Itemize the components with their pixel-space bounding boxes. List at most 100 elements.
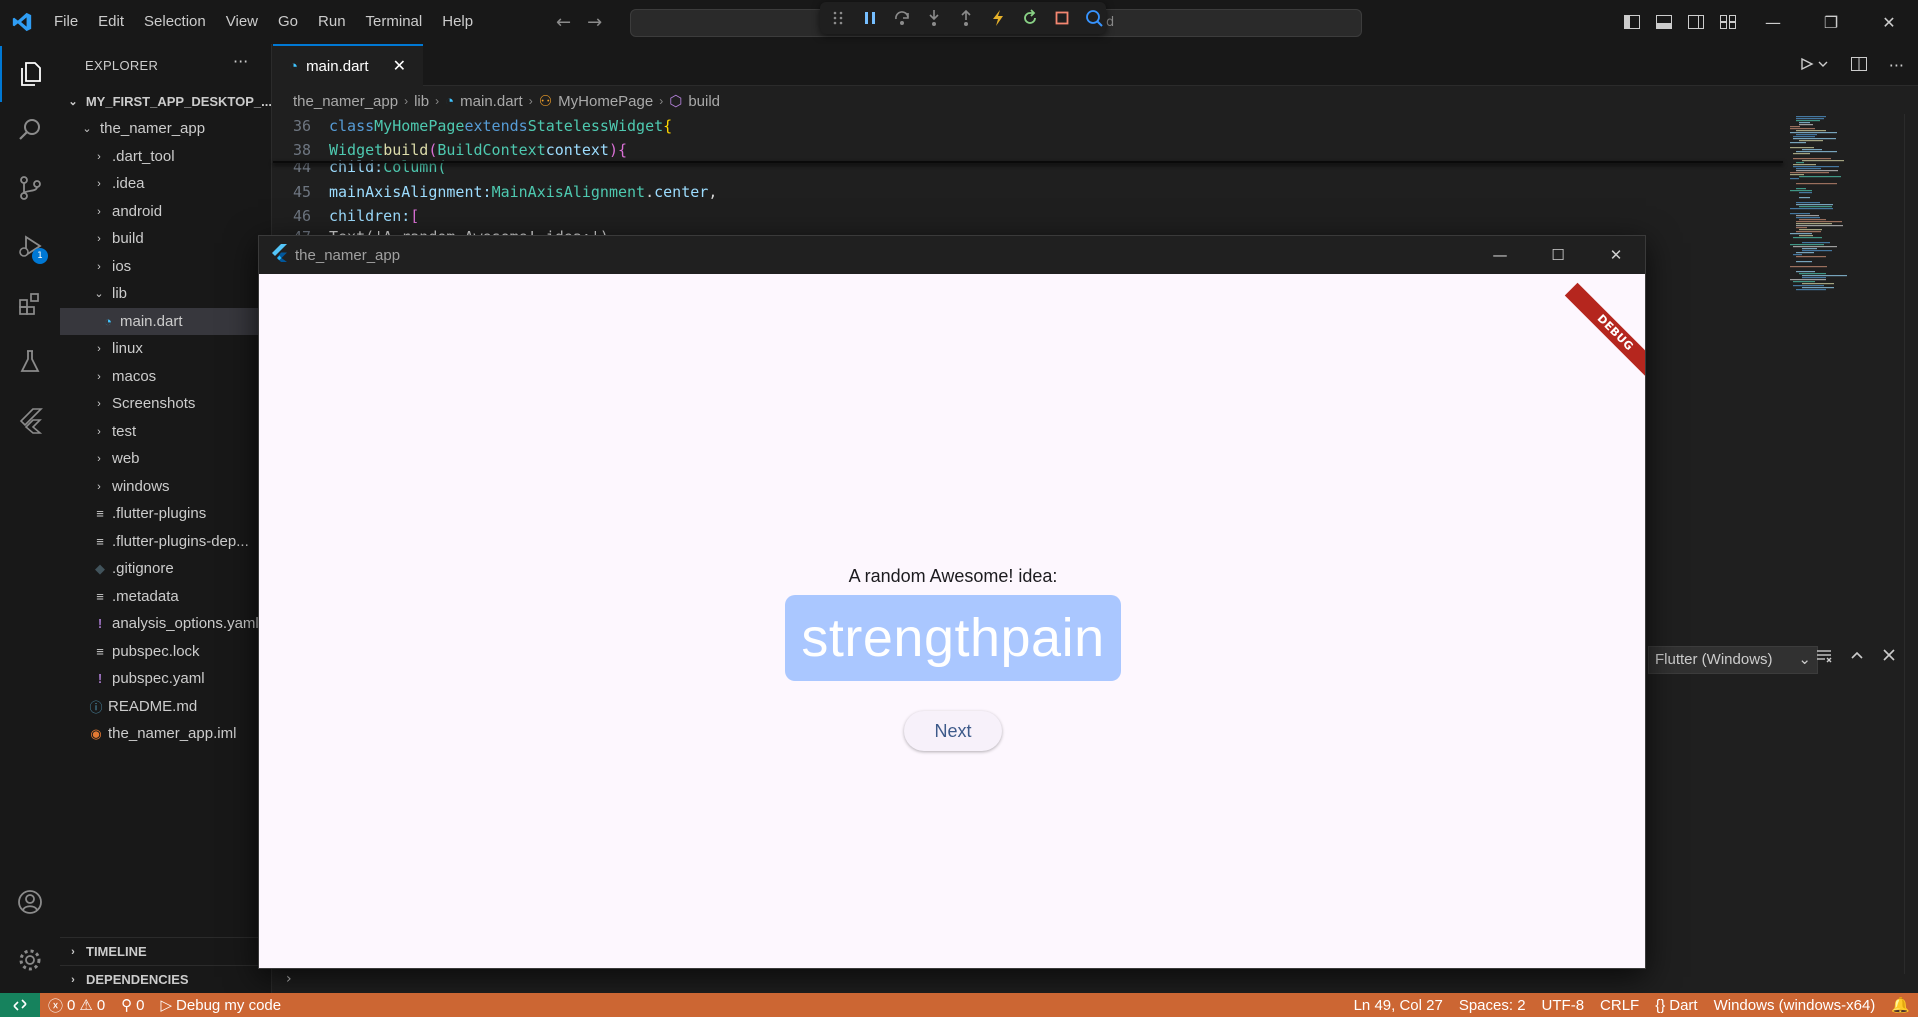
tree-file-flutter-plugins-dep[interactable]: ≡ .flutter-plugins-dep... bbox=[60, 528, 271, 555]
workspace-root[interactable]: ⌄ MY_FIRST_APP_DESKTOP_... bbox=[60, 88, 271, 115]
menu-go[interactable]: Go bbox=[268, 0, 308, 44]
step-into-icon[interactable] bbox=[924, 8, 944, 28]
tree-file-analysis-options[interactable]: ! analysis_options.yaml bbox=[60, 610, 271, 637]
tree-file-flutter-plugins[interactable]: ≡ .flutter-plugins bbox=[60, 500, 271, 527]
problems-indicator[interactable]: ⓧ 0 ⚠ 0 bbox=[40, 995, 113, 1016]
tree-file-readme[interactable]: ⓘ README.md bbox=[60, 693, 271, 720]
breadcrumb-item[interactable]: lib bbox=[414, 93, 429, 110]
chevron-right-icon: › bbox=[97, 232, 101, 245]
dependencies-section[interactable]: › DEPENDENCIES bbox=[60, 965, 271, 993]
tree-folder-web[interactable]: › web bbox=[60, 445, 271, 472]
split-editor-icon[interactable] bbox=[1850, 56, 1867, 76]
toggle-secondary-sidebar-icon[interactable] bbox=[1680, 0, 1712, 44]
close-window-icon[interactable]: ✕ bbox=[1860, 0, 1918, 44]
more-actions-icon[interactable]: ··· bbox=[1889, 56, 1904, 76]
menu-terminal[interactable]: Terminal bbox=[356, 0, 433, 44]
accounts-icon[interactable] bbox=[0, 874, 60, 930]
app-minimize-icon[interactable]: — bbox=[1471, 236, 1529, 274]
remote-indicator-icon[interactable] bbox=[0, 993, 40, 1017]
ports-indicator[interactable]: ⚲ 0 bbox=[113, 996, 152, 1015]
tree-folder-lib[interactable]: ⌄ lib bbox=[60, 280, 271, 307]
menu-view[interactable]: View bbox=[216, 0, 268, 44]
tree-folder-screenshots[interactable]: › Screenshots bbox=[60, 390, 271, 417]
menu-edit[interactable]: Edit bbox=[88, 0, 134, 44]
tree-folder-linux[interactable]: › linux bbox=[60, 335, 271, 362]
restart-icon[interactable] bbox=[1020, 8, 1040, 28]
tree-file-gitignore[interactable]: ◆ .gitignore bbox=[60, 555, 271, 582]
tree-label: lib bbox=[112, 285, 128, 302]
menu-selection[interactable]: Selection bbox=[134, 0, 216, 44]
search-icon[interactable] bbox=[0, 102, 60, 158]
debug-launch-indicator[interactable]: ▷ Debug my code bbox=[153, 996, 290, 1015]
tab-main-dart[interactable]: ◔ main.dart ✕ bbox=[273, 44, 423, 86]
more-actions-icon[interactable]: ··· bbox=[233, 52, 248, 71]
chevron-right-icon[interactable]: › bbox=[286, 971, 292, 987]
encoding[interactable]: UTF-8 bbox=[1534, 997, 1593, 1014]
tree-folder-the-namer-app[interactable]: ⌄ the_namer_app bbox=[60, 115, 271, 142]
menu-file[interactable]: File bbox=[44, 0, 88, 44]
run-debug-icon[interactable]: 1 bbox=[0, 218, 60, 274]
breadcrumb-item[interactable]: main.dart bbox=[460, 93, 523, 110]
output-channel-select[interactable]: Flutter (Windows) ⌄ bbox=[1648, 646, 1818, 674]
tree-file-main-dart[interactable]: ◔ main.dart bbox=[60, 308, 271, 335]
language-mode[interactable]: {} Dart bbox=[1647, 997, 1705, 1014]
tree-file-pubspec-yaml[interactable]: ! pubspec.yaml bbox=[60, 665, 271, 692]
timeline-section[interactable]: › TIMELINE bbox=[60, 937, 271, 965]
app-maximize-icon[interactable]: ☐ bbox=[1529, 236, 1587, 274]
menu-run[interactable]: Run bbox=[308, 0, 356, 44]
tree-folder-test[interactable]: › test bbox=[60, 418, 271, 445]
debug-run-dropdown-icon[interactable] bbox=[1799, 56, 1829, 76]
toggle-panel-icon[interactable] bbox=[1648, 0, 1680, 44]
restore-icon[interactable]: ❐ bbox=[1802, 0, 1860, 44]
pause-icon[interactable] bbox=[860, 8, 880, 28]
back-arrow-icon[interactable]: ← bbox=[556, 12, 571, 33]
tree-folder-android[interactable]: › android bbox=[60, 198, 271, 225]
breadcrumb-item[interactable]: build bbox=[688, 93, 720, 110]
explorer-icon[interactable] bbox=[0, 46, 60, 102]
testing-icon[interactable] bbox=[0, 334, 60, 390]
step-out-icon[interactable] bbox=[956, 8, 976, 28]
tree-file-iml[interactable]: ◉ the_namer_app.iml bbox=[60, 720, 271, 747]
close-panel-icon[interactable] bbox=[1882, 648, 1896, 668]
minimap[interactable] bbox=[1784, 114, 1904, 294]
tree-folder-build[interactable]: › build bbox=[60, 225, 271, 252]
flutter-icon[interactable] bbox=[0, 392, 60, 448]
breadcrumb-item[interactable]: the_namer_app bbox=[293, 93, 398, 110]
next-button[interactable]: Next bbox=[904, 711, 1002, 751]
manage-gear-icon[interactable] bbox=[0, 932, 60, 988]
close-tab-icon[interactable]: ✕ bbox=[393, 56, 406, 76]
customize-layout-icon[interactable] bbox=[1712, 0, 1744, 44]
stop-icon[interactable] bbox=[1052, 8, 1072, 28]
notifications-bell-icon[interactable]: 🔔 bbox=[1883, 996, 1918, 1014]
indentation[interactable]: Spaces: 2 bbox=[1451, 997, 1534, 1014]
menu-help[interactable]: Help bbox=[432, 0, 483, 44]
app-close-icon[interactable]: ✕ bbox=[1587, 236, 1645, 274]
editor-scrollbar[interactable] bbox=[1904, 114, 1918, 974]
widget-inspector-icon[interactable] bbox=[1084, 8, 1104, 28]
tree-file-pubspec-lock[interactable]: ≡ pubspec.lock bbox=[60, 638, 271, 665]
code-editor[interactable]: 36 class MyHomePage extends StatelessWidg… bbox=[273, 114, 1773, 254]
tree-folder-macos[interactable]: › macos bbox=[60, 363, 271, 390]
class-icon: ⚇ bbox=[538, 93, 553, 110]
cursor-position[interactable]: Ln 49, Col 27 bbox=[1346, 997, 1451, 1014]
minimap-line bbox=[1796, 204, 1833, 206]
clear-output-icon[interactable] bbox=[1816, 648, 1832, 668]
toggle-sidebar-icon[interactable] bbox=[1616, 0, 1648, 44]
minimize-icon[interactable]: — bbox=[1744, 0, 1802, 44]
breadcrumb-item[interactable]: MyHomePage bbox=[558, 93, 653, 110]
step-over-icon[interactable] bbox=[892, 8, 912, 28]
extensions-icon[interactable] bbox=[0, 276, 60, 332]
forward-arrow-icon[interactable]: → bbox=[587, 12, 602, 33]
tree-label: .idea bbox=[112, 175, 145, 192]
maximize-panel-icon[interactable] bbox=[1850, 648, 1864, 668]
drag-handle-icon[interactable] bbox=[828, 8, 848, 28]
tree-folder-idea[interactable]: › .idea bbox=[60, 170, 271, 197]
tree-file-metadata[interactable]: ≡ .metadata bbox=[60, 583, 271, 610]
tree-folder-ios[interactable]: › ios bbox=[60, 253, 271, 280]
line-ending[interactable]: CRLF bbox=[1592, 997, 1647, 1014]
hot-reload-icon[interactable] bbox=[988, 8, 1008, 28]
tree-folder-windows[interactable]: › windows bbox=[60, 473, 271, 500]
tree-folder-dart-tool[interactable]: › .dart_tool bbox=[60, 143, 271, 170]
flutter-device[interactable]: Windows (windows-x64) bbox=[1706, 997, 1884, 1014]
source-control-icon[interactable] bbox=[0, 160, 60, 216]
